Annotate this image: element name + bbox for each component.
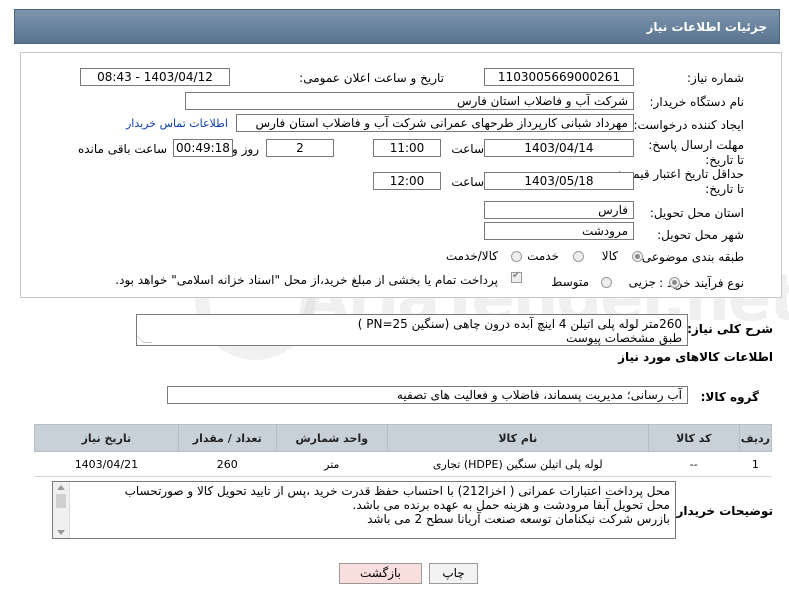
buyer-notes-scrollbar[interactable]: [53, 482, 70, 538]
process-minor-radio[interactable]: [669, 277, 680, 288]
need-number-label: شماره نیاز:: [687, 71, 744, 85]
days-field: 2: [266, 139, 334, 157]
col-unit: واحد شمارش: [275, 424, 388, 452]
validity-time-label: ساعت: [451, 175, 484, 189]
treasury-payment-checkbox[interactable]: [511, 270, 522, 283]
col-row: ردیف: [738, 424, 773, 452]
row-qty: 260: [178, 451, 277, 477]
city-label: شهر محل تحویل:: [657, 228, 744, 242]
page-title: جزئیات اطلاعات نیاز: [646, 20, 767, 34]
col-qty: تعداد / مقدار: [177, 424, 277, 452]
row-unit: متر: [276, 451, 388, 477]
scroll-thumb[interactable]: [56, 494, 66, 508]
days-label: روز و: [232, 142, 259, 156]
buyer-contact-link[interactable]: اطلاعات تماس خریدار: [126, 117, 228, 130]
treasury-payment-note: پرداخت تمام یا بخشی از مبلغ خرید،از محل …: [115, 273, 498, 287]
col-date: تاریخ نیاز: [34, 424, 179, 452]
category-both-label: کالا/خدمت: [445, 249, 498, 263]
page-header: جزئیات اطلاعات نیاز: [14, 9, 780, 44]
buyer-notes-line-1: محل پرداخت اعتبارات عمرانی ( اخزا212) با…: [124, 484, 670, 498]
category-goods-label: کالا: [601, 249, 618, 263]
buyer-org-field: شرکت آب و فاضلاب استان فارس: [185, 92, 634, 110]
row-date: 1403/04/21: [34, 451, 179, 477]
category-service-radio[interactable]: [573, 251, 584, 262]
requester-label: ایجاد کننده درخواست:: [633, 118, 744, 132]
row-name: لوله پلی اتیلن سنگین (HDPE) تجاری: [387, 451, 649, 477]
announce-datetime-field: 1403/04/12 - 08:43: [80, 68, 230, 86]
buyer-notes-line-2: محل تحویل آبفا مرودشت و هزینه حمل به عهد…: [352, 498, 670, 512]
category-service-label: خدمت: [527, 249, 559, 263]
reply-date-field: 1403/04/14: [484, 139, 634, 157]
announce-datetime-label: تاریخ و ساعت اعلان عمومی:: [299, 71, 444, 85]
table-row: 1 -- لوله پلی اتیلن سنگین (HDPE) تجاری م…: [34, 451, 772, 477]
goods-table: ردیف کد کالا نام کالا واحد شمارش تعداد /…: [34, 424, 773, 477]
validity-time-field: 12:00: [373, 172, 441, 190]
requester-field: مهرداد شبانی کارپرداز طرحهای عمرانی شرکت…: [236, 114, 634, 132]
category-both-radio[interactable]: [511, 251, 522, 262]
buyer-org-label: نام دستگاه خریدار:: [649, 95, 745, 109]
category-label: طبقه بندی موضوعی:: [637, 250, 744, 264]
row-code: --: [648, 451, 740, 477]
row-number: 1: [739, 451, 772, 477]
back-button[interactable]: بازگشت: [339, 563, 422, 584]
remaining-time-field: 00:49:18: [173, 139, 233, 157]
process-minor-label: جزیی: [628, 275, 656, 289]
reply-deadline-label: مهلت ارسال پاسخ: تا تاریخ:: [648, 138, 744, 167]
goods-table-header: ردیف کد کالا نام کالا واحد شمارش تعداد /…: [34, 424, 773, 452]
process-medium-radio[interactable]: [601, 277, 612, 288]
province-label: استان محل تحویل:: [649, 206, 744, 220]
goods-group-label: گروه کالا:: [700, 390, 759, 404]
category-goods-radio[interactable]: [632, 251, 643, 262]
city-field: مرودشت: [484, 222, 634, 240]
scroll-down-icon[interactable]: [57, 530, 65, 535]
process-medium-label: متوسط: [551, 275, 589, 289]
remaining-time-label: ساعت باقی مانده: [77, 142, 167, 156]
scroll-up-icon[interactable]: [57, 485, 65, 490]
goods-section-title: اطلاعات کالاهای مورد نیاز: [618, 350, 773, 364]
col-code: کد کالا: [647, 424, 740, 452]
description-line-2: طبق مشخصات پیوست: [565, 331, 682, 345]
reply-time-label: ساعت: [451, 142, 484, 156]
need-number-field: 1103005669000261: [484, 68, 634, 86]
col-name: نام کالا: [386, 424, 649, 452]
buyer-notes-textarea: محل پرداخت اعتبارات عمرانی ( اخزا212) با…: [52, 481, 676, 539]
buyer-notes-line-3: بازرس شرکت نیکنامان توسعه صنعت آریانا سط…: [367, 512, 670, 526]
buyer-notes-label: توضیحات خریدار:: [671, 504, 773, 518]
description-label: شرح کلی نیاز:: [687, 322, 773, 336]
goods-group-field: آب رسانی؛ مدیریت پسماند، فاضلاب و فعالیت…: [167, 386, 688, 404]
print-button[interactable]: چاپ: [429, 563, 478, 584]
reply-time-field: 11:00: [373, 139, 441, 157]
validity-date-field: 1403/05/18: [484, 172, 634, 190]
description-line-1: 260متر لوله پلی اتیلن 4 اینچ آبده درون چ…: [357, 317, 682, 331]
description-textarea: 260متر لوله پلی اتیلن 4 اینچ آبده درون چ…: [136, 314, 688, 346]
province-field: فارس: [484, 201, 634, 219]
